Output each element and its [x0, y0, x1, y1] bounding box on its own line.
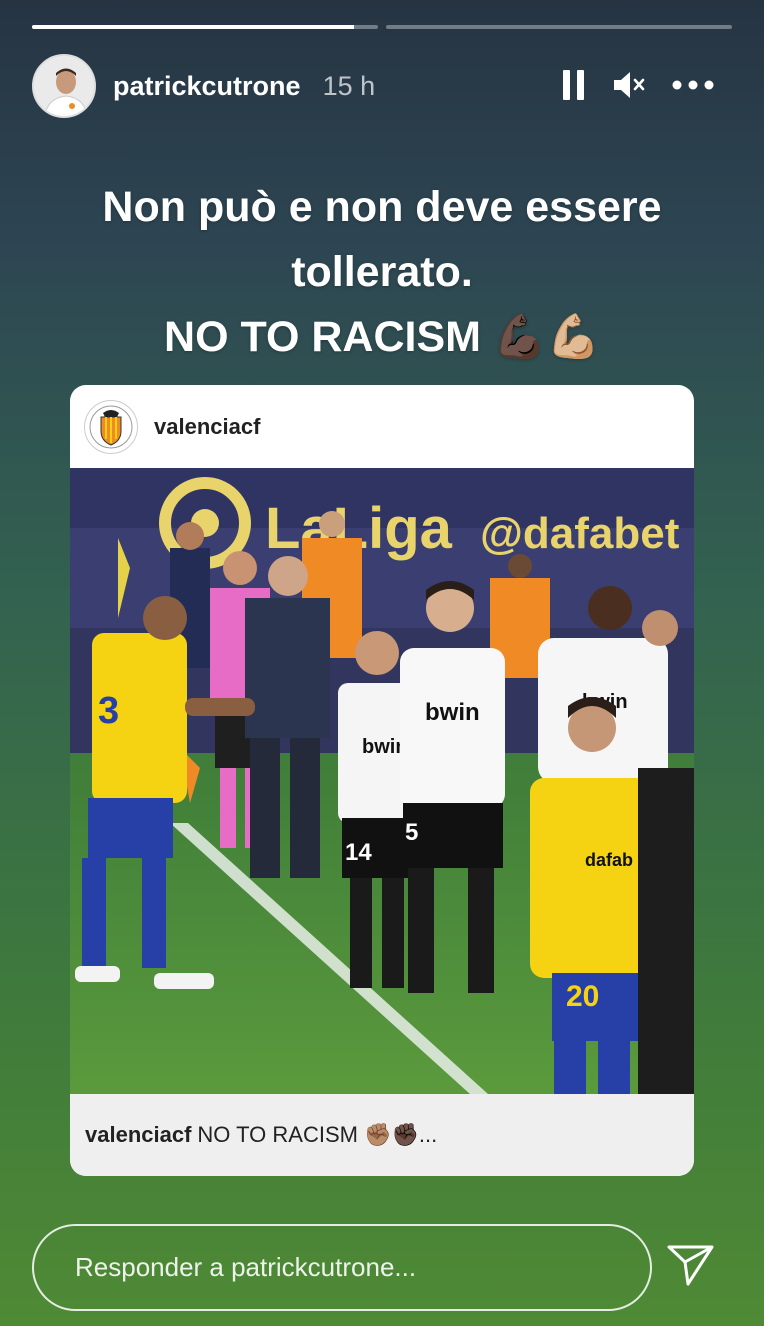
story-progress-segment-2: [386, 25, 732, 29]
caption-line-3: NO TO RACISM 💪🏿💪🏼: [164, 313, 600, 361]
story-username[interactable]: patrickcutrone: [113, 71, 301, 102]
jersey-sponsor-bwin-2: bwin: [425, 699, 480, 726]
pause-icon[interactable]: [562, 69, 586, 101]
post-caption[interactable]: valenciacf NO TO RACISM ✊🏽✊🏿...: [70, 1094, 694, 1176]
send-icon[interactable]: [666, 1244, 716, 1288]
story-caption: Non può e non deve essere tollerato. NO …: [0, 175, 764, 370]
muted-speaker-icon[interactable]: [612, 69, 646, 101]
post-photo[interactable]: LaLiga @dafabet 3 bwin 14 bwin 5 dafab 2…: [70, 468, 694, 1094]
jersey-number-3: 3: [98, 690, 119, 732]
post-caption-username: valenciacf: [85, 1122, 192, 1147]
story-progress-segment-1: [32, 25, 378, 29]
story-header: patrickcutrone 15 h: [32, 53, 732, 119]
reply-placeholder: Responder a patrickcutrone...: [75, 1252, 417, 1282]
post-caption-text: NO TO RACISM ✊🏽✊🏿...: [197, 1122, 438, 1147]
shared-post-card[interactable]: valenciacf LaLiga @dafabet 3 bwin 14 bwi…: [70, 385, 694, 1176]
reply-input[interactable]: Responder a patrickcutrone...: [32, 1224, 652, 1311]
story-timestamp: 15 h: [322, 70, 376, 101]
more-icon[interactable]: [672, 80, 714, 90]
caption-line-1: Non può e non deve essere: [102, 183, 662, 231]
jersey-number-14: 14: [345, 839, 372, 866]
post-header: valenciacf: [70, 385, 694, 468]
sponsor-banner-text: @dafabet: [480, 509, 680, 558]
valencia-crest-icon[interactable]: [84, 399, 138, 454]
jersey-sponsor-dafabet: dafab: [585, 850, 633, 870]
story-progress-bar: [32, 25, 732, 29]
avatar[interactable]: [32, 54, 96, 118]
caption-line-2: tollerato.: [291, 248, 473, 296]
jersey-number-5: 5: [405, 819, 418, 846]
jersey-number-20: 20: [566, 980, 599, 1013]
post-username[interactable]: valenciacf: [154, 414, 260, 440]
